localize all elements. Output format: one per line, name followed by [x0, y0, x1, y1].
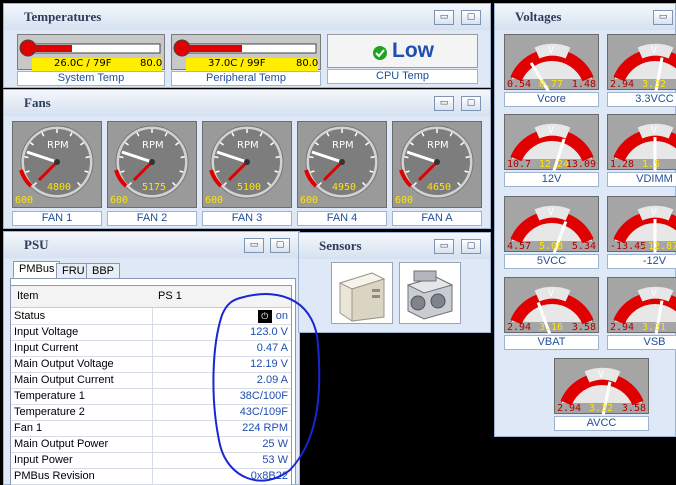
column-header-ps1[interactable]: PS 1 [158, 286, 182, 307]
table-row[interactable]: Temperature 1 38C/100F [11, 389, 291, 405]
row-value: ⏻ on [257, 309, 288, 324]
desktop: { "temperatures":{"title":"Temperatures"… [0, 0, 676, 485]
row-value: 0.47 A [256, 342, 288, 354]
system-temp-label: System Temp [17, 71, 165, 86]
fan-4-gauge: RPM 600 4950 [297, 121, 387, 208]
check-icon [373, 46, 387, 60]
row-key: PMBus Revision [14, 470, 95, 482]
row-value: 25 W [262, 438, 288, 450]
minimize-button[interactable]: ▭ [434, 10, 454, 25]
power-supply-icon [406, 270, 454, 320]
row-key: Input Voltage [14, 326, 79, 338]
psu-table: Item PS 1 Status ⏻ on Input Voltage 123.0 VI… [10, 285, 292, 485]
fan-value: 5100 [237, 182, 262, 193]
tab-pmbus[interactable]: PMBus [13, 261, 61, 278]
power-on-icon: ⏻ [257, 309, 272, 323]
minimize-button[interactable]: ▭ [244, 238, 264, 253]
fan-1-gauge: RPM 600 4800 [12, 121, 102, 208]
restore-button[interactable]: ▢ [270, 238, 290, 253]
row-value: 43C/109F [239, 406, 288, 418]
status-text: on [275, 310, 288, 322]
fan-min: 600 [300, 195, 319, 206]
row-key: Main Output Power [14, 438, 109, 450]
row-value: 224 RPM [242, 422, 288, 434]
fan-1-label: FAN 1 [12, 211, 102, 226]
row-key: Fan 1 [14, 422, 43, 434]
table-row[interactable]: Temperature 2 43C/109F [11, 405, 291, 421]
peripheral-temp-thermometer: 37.0C / 99F 80.0 [171, 34, 321, 71]
fan-value: 5175 [142, 182, 167, 193]
row-key: Input Current [14, 342, 79, 354]
row-key: Main Output Current [14, 374, 114, 386]
cpu-temp-box: Low [327, 34, 478, 68]
fan-value: 4950 [332, 182, 357, 193]
system-temp-value: 26.0C / 79F [54, 58, 112, 69]
system-temp-max: 80.0 [140, 58, 163, 69]
peripheral-temp-value: 37.0C / 99F [208, 58, 266, 69]
table-row[interactable]: Input Power 53 W [11, 453, 291, 469]
fan-value: 4650 [427, 182, 452, 193]
fans-title: Fans [4, 90, 490, 116]
server-tower-image[interactable] [331, 262, 393, 324]
table-row[interactable]: Fan 1 224 RPM [11, 421, 291, 437]
fan-min: 600 [395, 195, 414, 206]
power-supply-image[interactable] [399, 262, 461, 324]
row-value: 12.19 V [250, 358, 288, 370]
fan-min: 600 [15, 195, 34, 206]
row-value: 53 W [262, 454, 288, 466]
column-header-item[interactable]: Item [17, 286, 38, 307]
table-header: Item PS 1 [11, 286, 291, 308]
table-row[interactable]: Main Output Current 2.09 A [11, 373, 291, 389]
fan-3-label: FAN 3 [202, 211, 292, 226]
fan-2-label: FAN 2 [107, 211, 197, 226]
cpu-temp-status: Low [392, 39, 434, 62]
restore-button[interactable]: ▢ [461, 10, 481, 25]
minimize-button[interactable]: ▭ [434, 239, 454, 254]
minimize-button[interactable]: ▭ [653, 10, 673, 25]
fan-unit: RPM [427, 140, 449, 151]
row-key: Temperature 1 [14, 390, 85, 402]
sensors-panel: Sensors ▭ ▢ [298, 232, 491, 333]
temperatures-title: Temperatures [4, 4, 490, 30]
row-value: 38C/100F [239, 390, 288, 402]
fan-a-gauge: RPM 600 4650 [392, 121, 482, 208]
restore-button[interactable]: ▢ [461, 96, 481, 111]
row-key: Temperature 2 [14, 406, 85, 418]
fan-unit: RPM [332, 140, 354, 151]
fan-unit: RPM [47, 140, 69, 151]
fan-4-label: FAN 4 [297, 211, 387, 226]
voltages-title: Voltages [495, 4, 675, 30]
row-key: Input Power [14, 454, 73, 466]
row-key: Status [14, 310, 46, 322]
temperatures-panel: Temperatures ▭ ▢ 26.0C / 79F 80.0 System… [3, 3, 491, 88]
fan-2-gauge: RPM 600 5175 [107, 121, 197, 208]
fan-min: 600 [110, 195, 129, 206]
server-tower-icon [338, 272, 386, 322]
restore-button[interactable]: ▢ [461, 239, 481, 254]
cpu-temp-label: CPU Temp [327, 69, 478, 84]
table-row[interactable]: Input Current 0.47 A [11, 341, 291, 357]
fan-min: 600 [205, 195, 224, 206]
fan-unit: RPM [142, 140, 164, 151]
row-key: Main Output Voltage [14, 358, 114, 370]
table-row[interactable]: Status ⏻ on [11, 309, 291, 325]
row-value: 123.0 V [250, 326, 288, 338]
row-value: 2.09 A [256, 374, 288, 386]
table-row[interactable]: Input Voltage 123.0 V [11, 325, 291, 341]
fan-a-label: FAN A [392, 211, 482, 226]
fan-3-gauge: RPM 600 5100 [202, 121, 292, 208]
table-row[interactable]: Main Output Voltage 12.19 V [11, 357, 291, 373]
fan-value: 4800 [47, 182, 72, 193]
voltages-panel: Voltages ▭ [494, 3, 676, 437]
table-row[interactable]: Main Output Power 25 W [11, 437, 291, 453]
table-row[interactable]: PMBus Revision 0x8B22 [11, 469, 291, 485]
fan-unit: RPM [237, 140, 259, 151]
system-temp-thermometer: 26.0C / 79F 80.0 [17, 34, 165, 71]
peripheral-temp-max: 80.0 [296, 58, 319, 69]
row-value: 0x8B22 [250, 470, 288, 482]
peripheral-temp-label: Peripheral Temp [171, 71, 321, 86]
fans-panel: Fans ▭ ▢ RPM 600 4800 RPM 600 5175 RPM 600 510… [3, 89, 491, 229]
minimize-button[interactable]: ▭ [434, 96, 454, 111]
